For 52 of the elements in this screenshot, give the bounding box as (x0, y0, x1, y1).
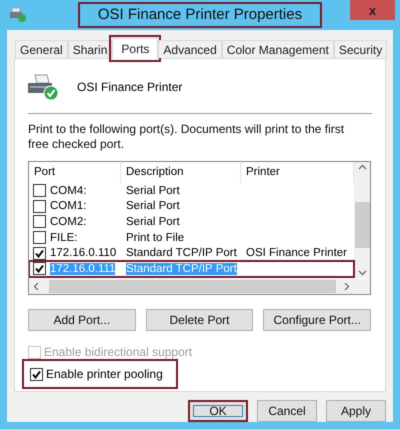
printer-name: OSI Finance Printer (77, 80, 182, 94)
tab[interactable]: General (15, 40, 68, 58)
scroll-up-icon[interactable] (358, 164, 366, 170)
port-button[interactable]: Delete Port (146, 309, 254, 331)
table-cell: FILE: (50, 232, 78, 244)
list-row[interactable]: FILE: Print to File (29, 230, 354, 246)
checkbox[interactable] (33, 215, 46, 228)
table-cell: Serial Port (126, 184, 180, 197)
scroll-down-icon[interactable] (358, 270, 366, 276)
table-cell: COM2: (50, 216, 86, 228)
table-cell: 172.16.0.111 (50, 262, 116, 275)
tab[interactable]: Color Management (222, 40, 334, 58)
close-button[interactable]: x (350, 0, 395, 20)
checkbox[interactable] (30, 368, 43, 380)
tab[interactable]: Sharin (68, 40, 112, 58)
checkbox[interactable] (33, 184, 46, 198)
table-cell: Standard TCP/IP Port (126, 262, 237, 275)
table-cell: Serial Port (126, 200, 180, 212)
printer-icon (27, 73, 59, 101)
list-row[interactable]: COM1: Serial Port (29, 198, 354, 214)
column-header[interactable]: Description (121, 162, 241, 183)
checkbox[interactable] (33, 262, 46, 276)
table-cell: OSI Finance Printer (246, 247, 347, 260)
table-cell: COM1: (50, 200, 86, 212)
list-row[interactable]: COM2: Serial Port (29, 214, 354, 230)
table-cell: COM4: (50, 184, 86, 197)
tab[interactable]: Advanced (158, 40, 222, 58)
port-button[interactable]: Add Port... (28, 309, 136, 331)
tab[interactable]: Ports (112, 38, 158, 59)
dialog-button[interactable]: OK (188, 400, 248, 422)
table-cell: Serial Port (126, 216, 180, 228)
tab[interactable]: Security (334, 40, 388, 58)
table-cell: Print to File (126, 232, 184, 244)
port-button[interactable]: Configure Port... (263, 309, 372, 331)
table-cell: 172.16.0.110 (50, 247, 116, 260)
list-row[interactable]: COM4: Serial Port (29, 183, 354, 199)
window-title: OSI Finance Printer Properties (78, 2, 322, 28)
scrollbar-thumb[interactable] (49, 280, 336, 293)
checkbox[interactable] (33, 200, 46, 213)
printer-icon (9, 6, 27, 22)
checkbox[interactable] (33, 246, 46, 260)
scroll-right-icon[interactable] (344, 282, 350, 291)
checkbox-label[interactable]: Enable printer pooling (46, 367, 163, 381)
dialog-button[interactable]: Cancel (257, 400, 317, 422)
table-cell: Standard TCP/IP Port (126, 247, 237, 260)
column-header[interactable]: Port (29, 162, 121, 183)
dialog-button[interactable]: Apply (326, 400, 386, 422)
checkbox[interactable] (33, 231, 46, 244)
scroll-left-icon[interactable] (33, 282, 39, 291)
scrollbar-thumb[interactable] (354, 202, 370, 248)
instruction-text: Print to the following port(s). Documents will print to the first free checked port. (28, 122, 346, 152)
list-row[interactable]: 172.16.0.110 Standard TCP/IP Port OSI Finance Printer (29, 245, 354, 261)
